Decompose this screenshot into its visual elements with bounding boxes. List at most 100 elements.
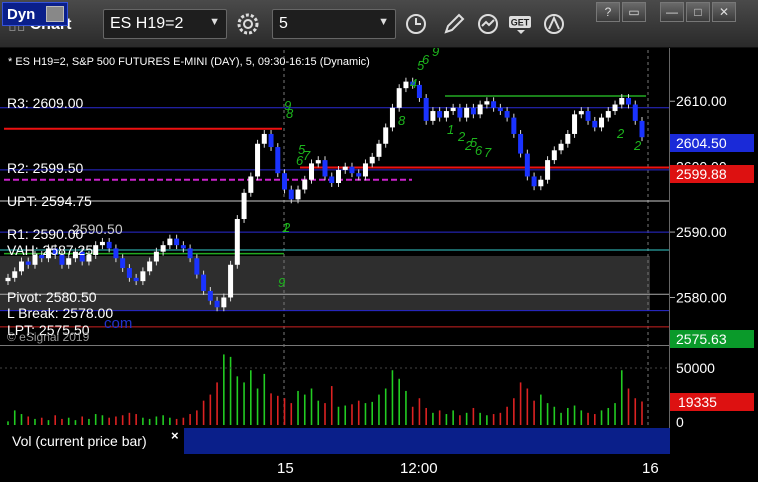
interval-input[interactable]: 5 ▼ [272, 9, 396, 39]
candle-body [619, 97, 625, 105]
setup-count-label: 8 [398, 113, 406, 128]
time-tick-label: 15 [277, 460, 294, 477]
candle-body [545, 160, 551, 180]
candle-body [443, 111, 449, 118]
symbol-input[interactable]: ES H19=2 ▼ [103, 9, 227, 39]
candle-body [437, 111, 443, 118]
candle-body [322, 160, 328, 177]
candle-body [147, 261, 153, 272]
clock-icon[interactable] [402, 10, 430, 38]
candle-body [153, 251, 159, 262]
value-area-band [0, 256, 650, 310]
candle-body [457, 107, 463, 118]
candle-body [639, 120, 645, 138]
candle-body [221, 297, 227, 308]
candle-body [599, 117, 605, 128]
candle-body [167, 238, 173, 246]
chart-header: * ES H19=2, S&P 500 FUTURES E-MINI (DAY)… [8, 56, 370, 68]
candle-body [261, 133, 267, 144]
candle-body [335, 169, 341, 184]
candle-body [362, 163, 368, 177]
candle-body [248, 176, 254, 193]
candle-body [504, 111, 510, 118]
get-data-icon[interactable]: GET [506, 10, 536, 38]
restore-button[interactable]: ▭ [622, 2, 646, 22]
setup-count-label: 1 [282, 220, 289, 235]
setup-count-label: 9 [278, 275, 285, 290]
setup-count-label: 6 [475, 143, 483, 158]
candle-body [578, 111, 584, 115]
candle-body [5, 277, 11, 282]
level-label-lbreak: L Break: 2578.00 [7, 305, 114, 321]
last-price-label: 2604.50 [676, 135, 727, 151]
candle-body [234, 218, 240, 265]
candle-body [315, 160, 321, 164]
candle-body [470, 107, 476, 115]
cursor-icon[interactable] [540, 10, 568, 38]
candle-body [491, 101, 497, 108]
chevron-down-icon[interactable]: ▼ [378, 16, 389, 28]
title-bar: ▯▯Chart ES H19=2 ▼ 5 ▼ GET ? ▭ — □ ✕ [0, 0, 758, 48]
setup-count-label: 4 [410, 76, 417, 91]
candle-body [356, 173, 362, 177]
candle-body [585, 111, 591, 121]
candle-body [207, 290, 213, 301]
volume-panel-header [184, 428, 670, 454]
candle-body [524, 153, 530, 177]
settings-gear-icon[interactable] [234, 10, 262, 38]
dynamic-button[interactable]: Dyn [2, 2, 68, 26]
setup-count-label: 7 [303, 148, 311, 163]
candle-body [450, 107, 456, 112]
maximize-button[interactable]: □ [686, 2, 710, 22]
candle-body [329, 176, 335, 184]
help-button[interactable]: ? [596, 2, 620, 22]
setup-count-label: 2 [616, 126, 625, 141]
candle-body [282, 173, 288, 190]
candle-body [99, 241, 105, 246]
candle-body [201, 274, 207, 291]
candle-body [558, 143, 564, 151]
green-price-label: 2575.63 [676, 331, 727, 347]
candle-body [396, 88, 402, 108]
candle-body [389, 107, 395, 128]
candle-body [464, 107, 470, 118]
candle-body [383, 127, 389, 144]
interval-value: 5 [279, 15, 288, 32]
setup-count-label: 9 [432, 48, 439, 59]
level-label-r1: R1: 2590.00 [7, 226, 84, 242]
candle-body [295, 189, 301, 200]
level-label-r2: R2: 2599.50 [7, 160, 84, 176]
pencil-icon[interactable] [440, 10, 468, 38]
link-icon[interactable] [46, 6, 64, 22]
candle-body [572, 114, 578, 134]
study-icon[interactable] [474, 10, 502, 38]
candle-body [268, 133, 274, 148]
candle-body [93, 245, 99, 255]
candle-body [187, 248, 193, 259]
minimize-button[interactable]: — [660, 2, 684, 22]
candle-body [133, 277, 139, 282]
candle-body [626, 97, 632, 105]
candle-body [518, 133, 524, 154]
volume-tick-label: 0 [676, 414, 684, 430]
candle-body [511, 117, 517, 134]
candle-body [120, 258, 126, 269]
candle-body [632, 104, 638, 121]
candle-body [140, 271, 146, 282]
close-icon[interactable]: × [171, 428, 179, 443]
chevron-down-icon[interactable]: ▼ [209, 16, 220, 28]
overlapped-url-text: com [104, 315, 133, 332]
candle-body [477, 104, 483, 115]
level-label-pivot: Pivot: 2580.50 [7, 289, 97, 305]
price-axis-label: 2580.00 [676, 289, 727, 305]
candle-body [66, 258, 72, 265]
price-chart[interactable]: 985672456981225679122 2610.002600.002590… [0, 48, 758, 454]
red-price-label: 2599.88 [676, 166, 727, 182]
candle-body [497, 107, 503, 112]
candle-body [12, 271, 18, 278]
level-label-vah: VAH: 2587.25 [7, 242, 94, 258]
candle-body [113, 248, 119, 259]
candle-body [423, 97, 429, 121]
candle-body [126, 268, 132, 278]
close-button[interactable]: ✕ [712, 2, 736, 22]
